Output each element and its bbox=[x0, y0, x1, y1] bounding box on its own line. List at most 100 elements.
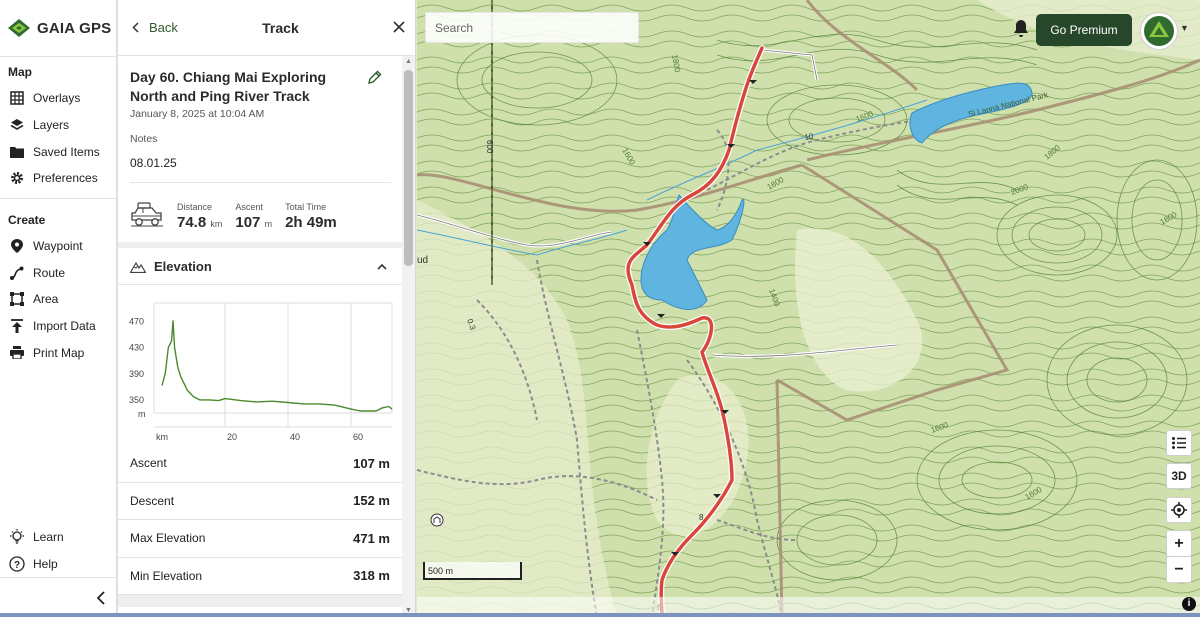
nav-item-label: Print Map bbox=[33, 345, 85, 360]
nav-item-print-map[interactable]: Print Map bbox=[0, 340, 116, 367]
help-icon: ? bbox=[9, 556, 25, 572]
ascent-unit: m bbox=[264, 218, 273, 229]
stat-row-descent: Descent 152 m bbox=[118, 483, 403, 520]
elevation-title: Elevation bbox=[130, 259, 212, 274]
bell-icon bbox=[1014, 20, 1028, 37]
account-avatar[interactable] bbox=[1140, 12, 1178, 50]
stat-row-value: 107 m bbox=[353, 455, 390, 471]
map-attribution-bar bbox=[417, 597, 1200, 613]
stat-row-label: Max Elevation bbox=[130, 531, 206, 546]
mountain-icon bbox=[130, 261, 146, 273]
chevron-down-icon[interactable]: ▼ bbox=[1180, 23, 1189, 33]
stat-value: 2h 49m bbox=[285, 213, 337, 231]
stat-row-value: 318 m bbox=[353, 568, 390, 584]
panel-body: Day 60. Chiang Mai Exploring North and P… bbox=[118, 56, 403, 617]
y-tick-label: 350 bbox=[129, 395, 144, 405]
y-tick-label: 470 bbox=[129, 317, 144, 327]
distance-unit: km bbox=[210, 218, 223, 229]
stat-row-value: 471 m bbox=[353, 530, 390, 546]
stat-label: Ascent bbox=[235, 201, 263, 212]
notes-value: 08.01.25 bbox=[130, 156, 177, 170]
area-icon bbox=[9, 291, 25, 307]
nav-item-layers[interactable]: Layers bbox=[0, 112, 116, 139]
nav-item-label: Area bbox=[33, 292, 59, 307]
collapse-nav-button[interactable] bbox=[0, 577, 117, 617]
nav-item-label: Import Data bbox=[33, 319, 96, 334]
zoom-out-button[interactable]: − bbox=[1166, 556, 1192, 583]
nav-item-label: Help bbox=[33, 556, 58, 571]
gear-icon bbox=[9, 170, 25, 186]
window-bottom-edge bbox=[0, 613, 1200, 617]
elevation-stats: Ascent 107 m Descent 152 m Max Elevation… bbox=[118, 445, 403, 607]
pin-icon bbox=[9, 238, 25, 254]
y-tick-label: 430 bbox=[129, 343, 144, 353]
place-label: ud bbox=[417, 255, 428, 266]
nav-item-label: Overlays bbox=[33, 91, 81, 106]
nav-item-import-data[interactable]: Import Data bbox=[0, 313, 116, 340]
gaia-logo-icon bbox=[8, 19, 30, 37]
track-stats: Distance 74.8 km Ascent 107 m Total Time… bbox=[130, 182, 391, 240]
map-legend-button[interactable] bbox=[1166, 430, 1192, 456]
map-canvas[interactable]: Si Lanna National Park 1800 1800 1600 16… bbox=[417, 0, 1200, 617]
scroll-up-arrow-icon[interactable]: ▲ bbox=[405, 58, 412, 65]
close-button[interactable] bbox=[393, 17, 405, 38]
avatar-logo-icon bbox=[1144, 16, 1174, 46]
back-button[interactable]: Back bbox=[132, 20, 178, 35]
app-root: GAIA GPS Map Overlays Layers Saved Items… bbox=[0, 0, 1200, 617]
nav-item-saved-items[interactable]: Saved Items bbox=[0, 138, 116, 165]
map-scale-bar: 500 m bbox=[423, 562, 522, 580]
toggle-3d-button[interactable]: 3D bbox=[1166, 463, 1192, 489]
zoom-in-button[interactable]: + bbox=[1166, 530, 1192, 557]
chevron-up-icon bbox=[377, 263, 387, 270]
x-tick-label: 40 bbox=[290, 432, 300, 442]
panel-header: Back Track bbox=[118, 0, 415, 56]
overlays-icon bbox=[9, 90, 25, 106]
nav-item-label: Waypoint bbox=[33, 239, 83, 254]
nav-item-learn[interactable]: Learn bbox=[0, 524, 117, 551]
stat-total-time: Total Time 2h 49m bbox=[285, 202, 337, 231]
crosshair-icon bbox=[1171, 502, 1187, 518]
track-date: January 8, 2025 at 10:04 AM bbox=[130, 108, 265, 120]
elevation-chart[interactable]: 470 430 390 350 m km 20 40 60 bbox=[118, 285, 403, 445]
chart-frame bbox=[153, 302, 393, 414]
nav-item-area[interactable]: Area bbox=[0, 286, 116, 313]
nav-item-label: Route bbox=[33, 265, 66, 280]
list-icon bbox=[1172, 437, 1186, 449]
nav-item-help[interactable]: ? Help bbox=[0, 550, 117, 577]
locate-me-button[interactable] bbox=[1166, 497, 1192, 523]
edit-track-button[interactable] bbox=[367, 68, 391, 90]
vehicle-icon bbox=[131, 202, 163, 227]
track-title-row: Day 60. Chiang Mai Exploring North and P… bbox=[130, 68, 391, 106]
panel-scrollbar[interactable]: ▲ ▼ bbox=[402, 56, 415, 617]
topo-map[interactable]: Si Lanna National Park 1800 1800 1600 16… bbox=[417, 0, 1200, 617]
stat-distance: Distance 74.8 km bbox=[177, 202, 222, 231]
nav-item-overlays[interactable]: Overlays bbox=[0, 85, 116, 112]
elevation-section-header[interactable]: Elevation bbox=[118, 248, 403, 285]
map-info-button[interactable]: i bbox=[1182, 597, 1196, 611]
map-search-input[interactable]: Search bbox=[425, 12, 639, 43]
chevron-left-icon bbox=[96, 590, 105, 605]
nav-item-route[interactable]: Route bbox=[0, 259, 116, 286]
stat-row-label: Min Elevation bbox=[130, 568, 203, 583]
nav-item-label: Saved Items bbox=[33, 144, 100, 159]
scrollbar-thumb[interactable] bbox=[404, 70, 413, 266]
printer-icon bbox=[9, 345, 25, 361]
nav-item-waypoint[interactable]: Waypoint bbox=[0, 233, 116, 260]
stat-label: Distance bbox=[177, 201, 213, 212]
stat-row-label: Ascent bbox=[130, 456, 167, 471]
elevation-series-line bbox=[161, 320, 393, 412]
nav-bottom: Learn ? Help bbox=[0, 524, 117, 617]
x-tick-label: 20 bbox=[227, 432, 237, 442]
track-title: Day 60. Chiang Mai Exploring North and P… bbox=[130, 69, 327, 104]
stat-value: 74.8 km bbox=[177, 214, 222, 231]
notifications-button[interactable] bbox=[1012, 19, 1030, 39]
route-icon bbox=[9, 265, 25, 281]
nav-item-preferences[interactable]: Preferences bbox=[0, 165, 116, 192]
distance-value: 74.8 bbox=[177, 213, 207, 231]
brand-name: GAIA GPS bbox=[37, 19, 112, 37]
nav-divider bbox=[0, 197, 116, 199]
brand-logo[interactable]: GAIA GPS bbox=[0, 0, 116, 57]
stat-value: 107 m bbox=[235, 214, 272, 231]
go-premium-button[interactable]: Go Premium bbox=[1036, 14, 1132, 46]
poi-marker-icon[interactable] bbox=[430, 513, 444, 527]
